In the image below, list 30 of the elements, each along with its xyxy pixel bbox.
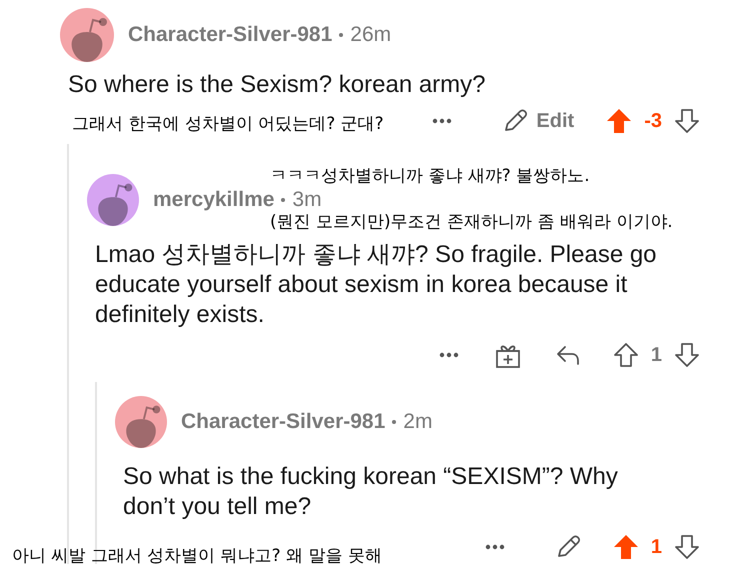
separator-dot-icon [392, 420, 396, 424]
timestamp: 26m [350, 22, 392, 48]
timestamp: 3m [292, 187, 322, 214]
downvote-icon[interactable] [674, 342, 700, 368]
author-name: mercykillme [153, 187, 274, 214]
annotation-text: (뭔진 모르지만)무조건 존재하니까 좀 배워라 이기야. [270, 212, 673, 232]
more-icon[interactable] [432, 117, 452, 125]
comment-text: So what is the fucking korean “SEXISM”? Why don’t you tell me? [123, 462, 619, 522]
more-icon[interactable] [438, 351, 459, 359]
annotation-text: ㅋㅋㅋ성차별하니까 좋냐 새꺄? 불쌍하노. [270, 166, 590, 186]
comment-text: So where is the Sexism? korean army? [68, 70, 487, 100]
separator-dot-icon [339, 33, 344, 37]
separator-dot-icon [281, 198, 286, 202]
more-icon[interactable] [484, 543, 505, 551]
pencil-icon[interactable] [502, 108, 528, 134]
author-name: Character-Silver-981 [181, 409, 386, 436]
vote-count: 1 [650, 535, 662, 560]
annotation-text: 그래서 한국에 성차별이 어딨는데? 군대? [72, 114, 384, 134]
upvote-icon[interactable] [606, 108, 632, 134]
upvote-icon[interactable] [612, 342, 639, 368]
timestamp: 2m [403, 409, 432, 436]
author-name: Character-Silver-981 [128, 22, 332, 48]
downvote-icon[interactable] [674, 534, 700, 560]
annotation-text: 아니 씨발 그래서 성차별이 뭐냐고? 왜 말을 못해 [12, 546, 382, 566]
comment-text: Lmao 성차별하니까 좋냐 새꺄? So fragile. Please go educate yourself about sexism in korea because it definitely exists. [95, 240, 658, 330]
edit-button[interactable]: Edit [502, 106, 574, 136]
downvote-icon[interactable] [674, 108, 700, 134]
vote-count: 1 [650, 343, 662, 368]
vote-count: -3 [644, 109, 662, 134]
upvote-icon[interactable] [612, 534, 639, 560]
